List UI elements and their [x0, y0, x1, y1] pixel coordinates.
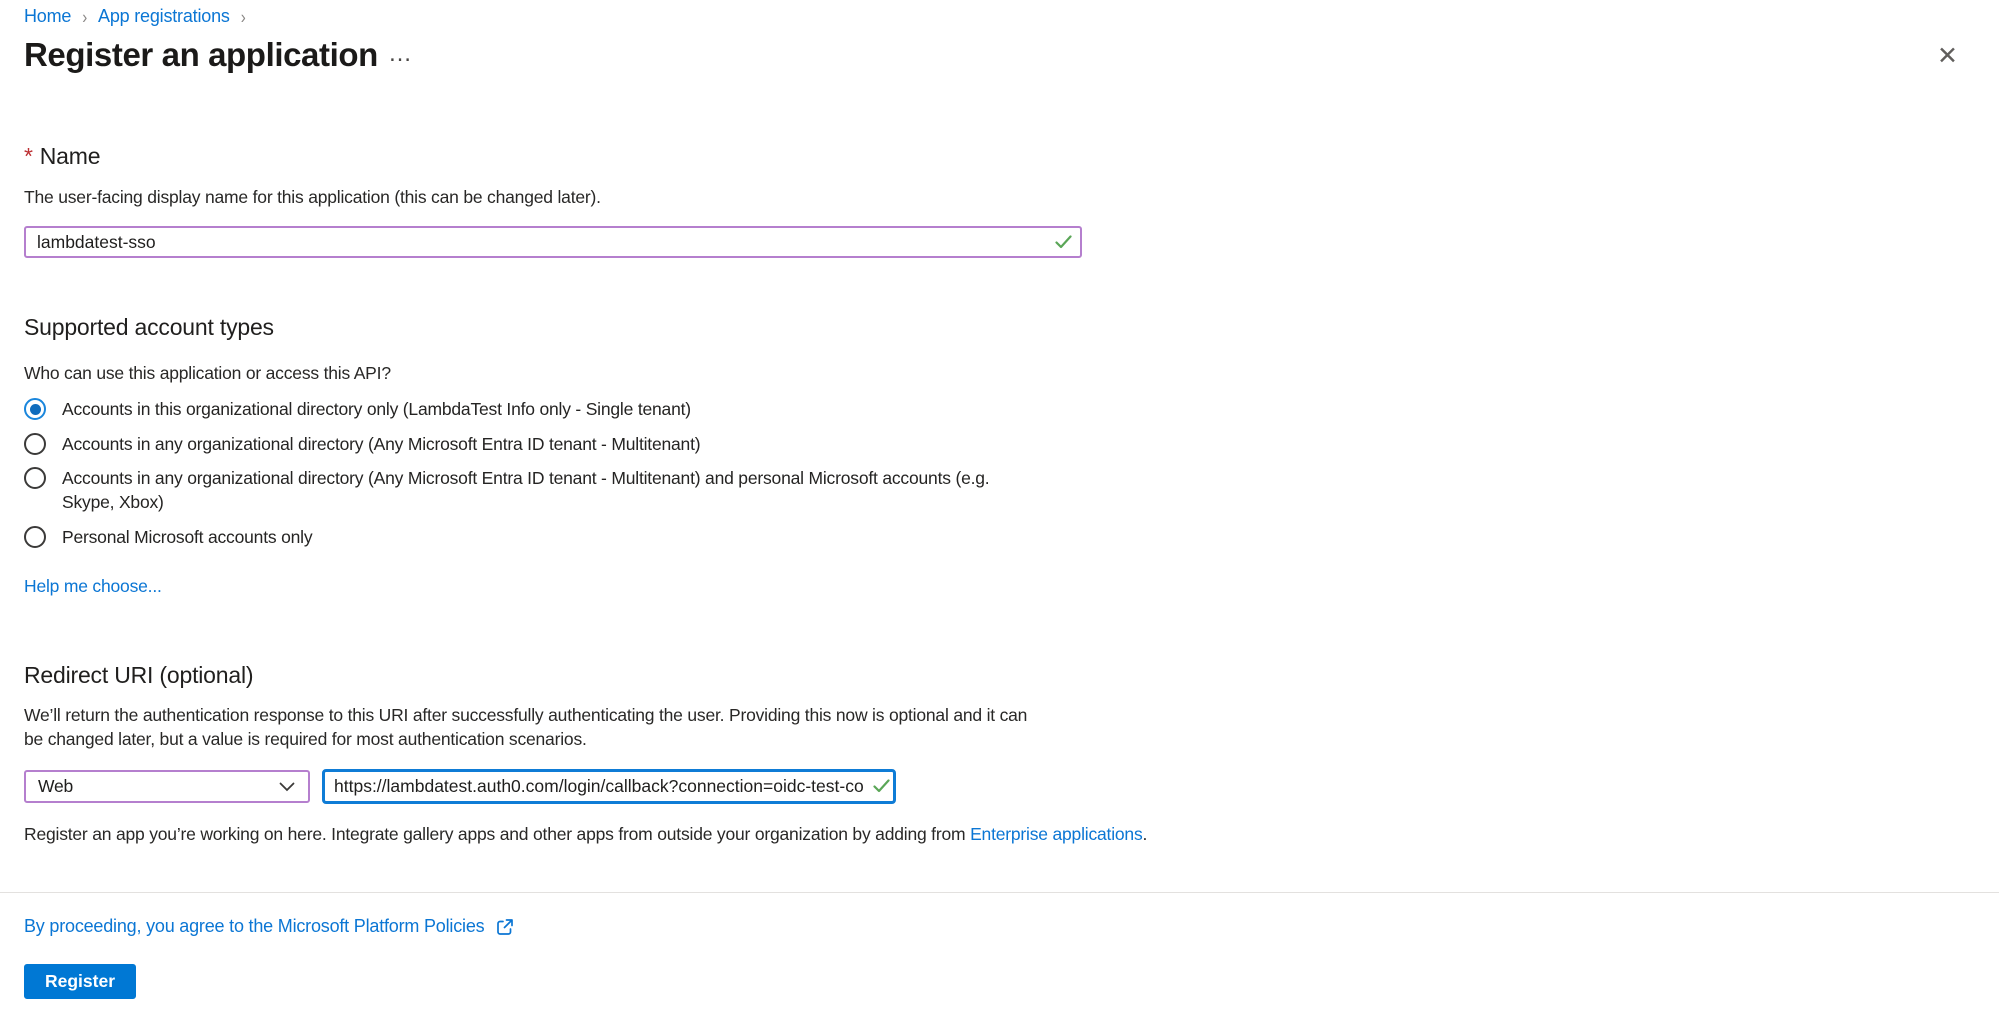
- radio-button-icon: [24, 398, 46, 420]
- chevron-down-icon: [279, 782, 295, 792]
- radio-option-label: Accounts in any organizational directory…: [62, 466, 1022, 514]
- radio-button-icon: [24, 526, 46, 548]
- platform-select-value: Web: [38, 776, 73, 797]
- radio-option-label: Personal Microsoft accounts only: [62, 525, 312, 549]
- radio-option-single-tenant[interactable]: Accounts in this organizational director…: [24, 397, 691, 421]
- platform-select[interactable]: Web: [24, 770, 310, 803]
- note-suffix: .: [1143, 824, 1148, 844]
- radio-option-label: Accounts in any organizational directory…: [62, 432, 700, 456]
- policy-row: By proceeding, you agree to the Microsof…: [24, 915, 515, 937]
- note-text: Register an app you’re working on here. …: [24, 824, 970, 844]
- breadcrumb-separator-icon: ›: [241, 5, 246, 28]
- name-input-container: [24, 226, 1082, 258]
- breadcrumb-app-registrations-link[interactable]: App registrations: [98, 6, 230, 27]
- radio-button-icon: [24, 433, 46, 455]
- name-label: *Name: [24, 143, 100, 170]
- radio-option-multitenant-personal[interactable]: Accounts in any organizational directory…: [24, 466, 1022, 514]
- breadcrumb-home-link[interactable]: Home: [24, 6, 71, 27]
- platform-policies-link[interactable]: By proceeding, you agree to the Microsof…: [24, 916, 484, 937]
- redirect-uri-input[interactable]: [322, 769, 896, 804]
- enterprise-apps-note: Register an app you’re working on here. …: [24, 824, 1147, 845]
- footer-divider: [0, 892, 1999, 893]
- help-me-choose-link[interactable]: Help me choose...: [24, 576, 162, 597]
- enterprise-applications-link[interactable]: Enterprise applications: [970, 824, 1142, 844]
- breadcrumb-separator-icon: ›: [82, 5, 87, 28]
- redirect-uri-input-container: [322, 769, 896, 804]
- breadcrumb: Home › App registrations ›: [24, 6, 245, 27]
- radio-option-multitenant[interactable]: Accounts in any organizational directory…: [24, 432, 700, 456]
- radio-option-personal-only[interactable]: Personal Microsoft accounts only: [24, 525, 312, 549]
- account-types-question: Who can use this application or access t…: [24, 361, 391, 385]
- radio-button-icon: [24, 467, 46, 489]
- register-button[interactable]: Register: [24, 964, 136, 999]
- external-link-icon[interactable]: [495, 917, 515, 937]
- name-description: The user-facing display name for this ap…: [24, 185, 601, 209]
- close-icon[interactable]: ✕: [1937, 44, 1958, 69]
- radio-option-label: Accounts in this organizational director…: [62, 397, 691, 421]
- redirect-uri-heading: Redirect URI (optional): [24, 662, 253, 689]
- required-marker: *: [24, 143, 33, 169]
- account-types-heading: Supported account types: [24, 314, 274, 341]
- redirect-uri-description: We’ll return the authentication response…: [24, 703, 1044, 751]
- name-input[interactable]: [24, 226, 1082, 258]
- more-options-icon[interactable]: …: [388, 40, 413, 68]
- page-title: Register an application: [24, 36, 378, 74]
